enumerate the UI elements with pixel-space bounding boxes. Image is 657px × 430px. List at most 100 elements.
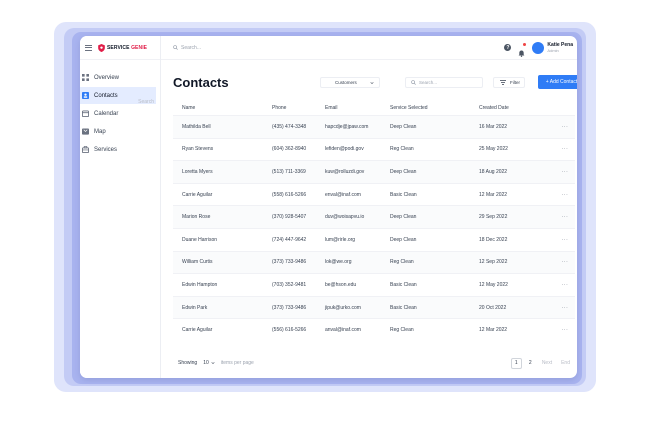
table-row[interactable]: Ryan Stevens (604) 362-8940 lefiden@podi.g… <box>173 137 575 161</box>
showing-label: Showing <box>178 360 198 366</box>
next-page-link[interactable]: Next <box>539 360 555 366</box>
cell-created-date: 12 May 2022 <box>479 281 508 288</box>
cell-service: Deep Clean <box>390 214 417 221</box>
global-search-placeholder: Search... <box>181 44 202 51</box>
add-contact-button[interactable]: + Add Contact <box>538 75 577 89</box>
page-header: Contacts Customers Search... Filter + Ad… <box>173 74 577 90</box>
sidebar-item-label: Overview <box>94 74 120 81</box>
row-more-actions-icon[interactable]: ··· <box>559 237 571 243</box>
column-header-email[interactable]: Email <box>325 105 390 111</box>
user-role: Admin <box>547 48 559 53</box>
table-row[interactable]: Mathilda Bell (435) 474-3348 hapcdje@jpaw.… <box>173 115 575 138</box>
table-row[interactable]: Duane Harrison (724) 447-9642 lum@rirle.or… <box>173 227 575 251</box>
column-header-name[interactable]: Name <box>173 105 272 111</box>
brand-name: SERVICE GENIE <box>107 44 148 51</box>
cell-phone: (435) 474-3348 <box>272 123 307 130</box>
cell-service: Basic Clean <box>390 281 417 288</box>
end-page-link[interactable]: End <box>558 360 573 366</box>
top-bar: Search... ? Katie Pena Admin <box>161 36 577 60</box>
avatar <box>532 41 545 54</box>
main-content: Search... ? Katie Pena Admin Contacts Cu… <box>161 36 577 378</box>
chevron-down-icon <box>211 362 215 365</box>
table-row[interactable]: Edwin Hampton (703) 352-9481 be@hson.edu Ba… <box>173 273 575 296</box>
cell-email: enval@inaf.com <box>325 191 361 198</box>
cell-email: lefiden@podi.gov <box>325 146 364 153</box>
cell-phone: (558) 616-5266 <box>272 191 307 198</box>
sidebar-item-services[interactable]: Services <box>80 141 160 158</box>
cell-name: Carrie Aguilar <box>182 327 213 334</box>
cell-name: Carrie Aguilar <box>182 191 213 198</box>
cell-created-date: 16 Mar 2022 <box>479 123 508 130</box>
column-header-phone[interactable]: Phone <box>272 105 325 111</box>
cell-name: Edwin Park <box>182 304 208 311</box>
cell-email: be@hson.edu <box>325 281 357 288</box>
cell-phone: (513) 711-3369 <box>272 168 306 175</box>
row-more-actions-icon[interactable]: ··· <box>559 214 571 220</box>
row-more-actions-icon[interactable]: ··· <box>559 169 571 175</box>
top-right-controls: ? Katie Pena Admin <box>504 41 573 57</box>
table-row[interactable]: Loretta Myers (513) 711-3369 kuw@rolluzdi.… <box>173 160 575 183</box>
per-page-value: 10 <box>203 360 209 366</box>
user-menu[interactable]: Katie Pena Admin <box>532 41 573 54</box>
cell-service: Deep Clean <box>390 168 417 175</box>
cell-name: Loretta Myers <box>182 168 213 175</box>
contact-type-select[interactable]: Customers <box>320 76 380 88</box>
map-icon <box>82 128 89 135</box>
row-more-actions-icon[interactable]: ··· <box>559 282 571 288</box>
contact-card-icon <box>82 92 89 99</box>
brand-logo[interactable]: SERVICE GENIE <box>98 43 148 52</box>
contacts-search-placeholder: Search... <box>419 79 438 85</box>
cell-service: Reg Clean <box>390 146 414 153</box>
table-row[interactable]: Carrie Aguilar (556) 616-5266 anval@inaf.c… <box>173 318 575 341</box>
app-window: SERVICE GENIE Overview Contacts Search C… <box>80 36 577 378</box>
column-header-created-date[interactable]: Created Date <box>479 105 559 111</box>
sidebar-item-overview[interactable]: Overview <box>80 69 160 86</box>
contacts-search-input[interactable]: Search... <box>405 76 483 88</box>
per-page-select[interactable]: 10 <box>201 359 217 367</box>
cell-name: Duane Harrison <box>182 236 218 243</box>
row-more-actions-icon[interactable]: ··· <box>559 259 571 265</box>
sidebar-item-label: Contacts <box>94 92 118 99</box>
cell-name: William Curtis <box>182 259 213 266</box>
column-header-service[interactable]: Service Selected <box>390 105 479 111</box>
bell-icon <box>519 50 525 57</box>
help-icon[interactable]: ? <box>504 44 512 51</box>
cell-service: Reg Clean <box>390 327 414 334</box>
page-button-2[interactable]: 2 <box>525 358 536 369</box>
sidebar-item-calendar[interactable]: Calendar <box>80 105 160 122</box>
row-more-actions-icon[interactable]: ··· <box>559 146 571 152</box>
cell-email: hapcdje@jpaw.com <box>325 123 369 130</box>
table-row[interactable]: William Curtis (373) 733-9486 lok@we.org Re… <box>173 250 575 274</box>
page-title: Contacts <box>173 74 229 90</box>
briefcase-icon <box>82 146 89 153</box>
cell-phone: (373) 733-9486 <box>272 259 307 266</box>
sidebar-nav: Overview Contacts Search Calendar Map Se… <box>80 69 160 158</box>
table-row[interactable]: Marion Rose (370) 928-5407 duv@woisapvu.io… <box>173 205 575 228</box>
filter-button[interactable]: Filter <box>493 76 525 88</box>
cell-email: lok@we.org <box>325 259 352 266</box>
cell-created-date: 18 Dec 2022 <box>479 236 508 243</box>
cell-name: Edwin Hampton <box>182 281 218 288</box>
table-row[interactable]: Edwin Park (373) 733-9486 jipuk@urko.com Ba… <box>173 295 575 319</box>
cell-service: Basic Clean <box>390 304 417 311</box>
global-search-input[interactable]: Search... <box>173 45 201 51</box>
hamburger-menu-icon[interactable] <box>85 44 92 51</box>
cell-email: anval@inaf.com <box>325 327 361 334</box>
cell-created-date: 20 Oct 2022 <box>479 304 507 311</box>
shield-logo-icon <box>98 43 105 52</box>
per-page-suffix: items per page <box>220 360 254 366</box>
search-icon <box>173 45 178 50</box>
table-row[interactable]: Carrie Aguilar (558) 616-5266 enval@inaf.c… <box>173 182 575 206</box>
contact-type-value: Customers <box>335 79 357 85</box>
row-more-actions-icon[interactable]: ··· <box>559 192 571 198</box>
table-body: Mathilda Bell (435) 474-3348 hapcdje@jpaw.… <box>173 115 575 341</box>
sidebar-item-map[interactable]: Map <box>80 123 160 140</box>
row-more-actions-icon[interactable]: ··· <box>559 124 571 130</box>
row-more-actions-icon[interactable]: ··· <box>559 327 571 333</box>
page-button-1[interactable]: 1 <box>510 357 522 369</box>
sidebar-item-label: Services <box>94 146 118 153</box>
notifications-button[interactable] <box>518 43 527 57</box>
sidebar-item-contacts[interactable]: Contacts Search <box>80 87 156 105</box>
cell-created-date: 12 Mar 2022 <box>479 327 508 334</box>
row-more-actions-icon[interactable]: ··· <box>559 305 571 311</box>
